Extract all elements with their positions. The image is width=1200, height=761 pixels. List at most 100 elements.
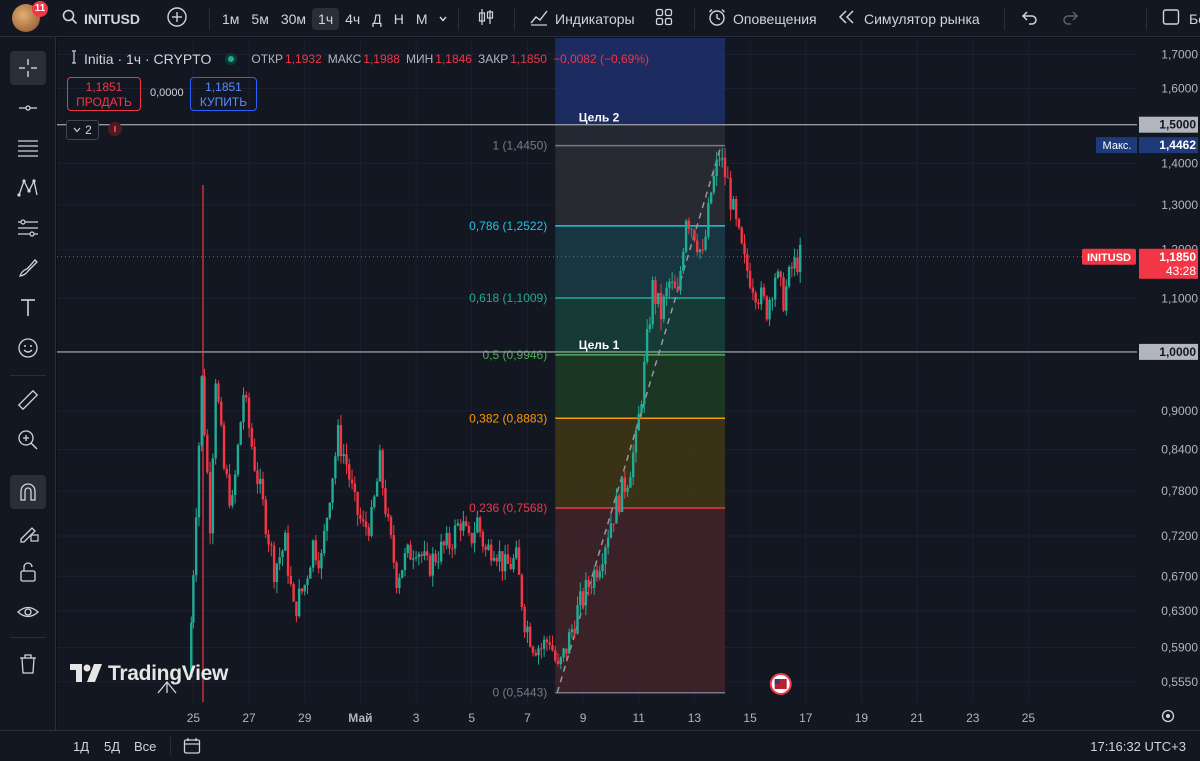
lock-drawing-icon[interactable] xyxy=(10,515,46,549)
compare-symbol-icon[interactable] xyxy=(166,6,188,31)
alerts-button[interactable]: Оповещения xyxy=(733,11,817,27)
time-axis-tick: 23 xyxy=(966,711,980,725)
fib-level-label: 1 (1,4450) xyxy=(493,139,548,153)
tradingview-logo[interactable]: TradingView xyxy=(70,662,228,686)
candle-body xyxy=(264,499,267,535)
range-5d[interactable]: 5Д xyxy=(104,739,120,754)
candle-body xyxy=(331,478,334,503)
candle-body xyxy=(403,553,407,571)
candle-body xyxy=(545,639,549,643)
candle-body xyxy=(618,495,621,513)
layout-panel-icon[interactable] xyxy=(1161,7,1181,30)
sell-label: ПРОДАТЬ xyxy=(76,95,132,109)
candle-body xyxy=(707,203,710,237)
candle-body xyxy=(637,413,640,431)
cursor-icon xyxy=(156,675,178,700)
clock-time[interactable]: 17:16:32 UTC+3 xyxy=(1090,739,1186,754)
candle-body xyxy=(679,271,682,291)
candle-body xyxy=(670,281,674,283)
candle-body xyxy=(245,395,248,398)
candle-body xyxy=(640,404,643,414)
unlock-icon[interactable] xyxy=(10,555,46,589)
replay-rewind-icon[interactable] xyxy=(838,9,856,28)
fib-level-label: 0 (0,5443) xyxy=(493,686,548,700)
candle-body xyxy=(417,554,421,558)
buy-label: КУПИТЬ xyxy=(199,95,248,109)
magnet-icon[interactable] xyxy=(10,475,46,509)
error-dot-icon[interactable] xyxy=(108,122,122,136)
forecasting-icon[interactable] xyxy=(10,211,46,245)
ticker-tag: INITUSD xyxy=(1087,252,1131,264)
candle-body xyxy=(556,660,560,665)
chart-title[interactable]: Initia · 1ч · CRYPTO xyxy=(84,51,211,67)
interval-week[interactable]: Н xyxy=(388,11,410,27)
candle-body xyxy=(495,557,498,562)
search-icon[interactable] xyxy=(62,9,78,28)
candle-body xyxy=(395,562,398,589)
candles-icon[interactable] xyxy=(476,7,496,30)
chart-area[interactable]: 1 (1,4450) 0,786 (1,2522) 0,618 (1,1009) 0,… xyxy=(57,38,1200,730)
market-replay-button[interactable]: Симулятор рынка xyxy=(864,11,980,27)
candle-body xyxy=(228,474,231,506)
interval-1m[interactable]: 1м xyxy=(216,11,245,27)
date-range-icon[interactable] xyxy=(182,736,202,759)
indicators-collapse-button[interactable]: 2 xyxy=(66,120,99,140)
candle-body xyxy=(225,468,228,475)
ruler-icon[interactable] xyxy=(10,383,46,417)
high-value: 1,1988 xyxy=(363,51,400,66)
interval-30m[interactable]: 30м xyxy=(275,11,312,27)
candle-body xyxy=(645,329,649,362)
trash-icon[interactable] xyxy=(10,647,46,681)
interval-1h[interactable]: 1ч xyxy=(312,7,340,30)
market-status-icon[interactable] xyxy=(225,52,238,65)
eye-icon[interactable] xyxy=(10,595,46,629)
save-layout-button[interactable]: Бе xyxy=(1189,11,1200,27)
candle-body xyxy=(732,199,735,210)
time-axis-tick: 25 xyxy=(187,711,201,725)
undo-icon[interactable] xyxy=(1021,9,1039,28)
candle-body xyxy=(194,517,198,576)
candle-body xyxy=(757,302,760,305)
layout-grid-icon[interactable] xyxy=(654,7,674,30)
text-tool-icon[interactable] xyxy=(10,291,46,325)
alarm-clock-icon[interactable] xyxy=(707,7,727,30)
interval-month[interactable]: М xyxy=(410,11,434,27)
emoji-icon[interactable] xyxy=(10,331,46,365)
candle-body xyxy=(581,591,585,606)
pattern-icon[interactable] xyxy=(10,171,46,205)
brush-icon[interactable] xyxy=(10,251,46,285)
trend-line-icon[interactable] xyxy=(10,91,46,125)
drawing-toolbar xyxy=(0,37,56,730)
candle-body xyxy=(311,540,315,568)
change-value: −0,0082 (−0,69%) xyxy=(552,51,650,66)
candle-body xyxy=(256,470,259,484)
sell-button[interactable]: 1,1851 ПРОДАТЬ xyxy=(67,77,141,111)
drag-handle-icon[interactable] xyxy=(70,50,78,67)
candle-body xyxy=(787,266,791,287)
indicators-icon[interactable] xyxy=(529,7,549,30)
range-1d[interactable]: 1Д xyxy=(73,739,89,754)
candle-body xyxy=(626,487,629,492)
candle-body xyxy=(609,523,613,538)
candle-body xyxy=(464,521,468,526)
price-chart[interactable]: 1 (1,4450) 0,786 (1,2522) 0,618 (1,1009) 0,… xyxy=(57,38,1200,730)
last-price-tag: 1,1850 xyxy=(1159,250,1196,264)
time-axis-tick: Май xyxy=(348,711,372,725)
candle-body xyxy=(356,492,359,515)
interval-5m[interactable]: 5м xyxy=(245,11,274,27)
indicators-button[interactable]: Индикаторы xyxy=(555,11,635,27)
candle-body xyxy=(484,546,487,550)
chevron-down-icon[interactable] xyxy=(434,11,452,27)
interval-day[interactable]: Д xyxy=(366,11,387,27)
zoom-in-icon[interactable] xyxy=(10,423,46,457)
range-all[interactable]: Все xyxy=(134,739,156,754)
symbol-search-button[interactable]: INITUSD xyxy=(84,11,140,27)
buy-button[interactable]: 1,1851 КУПИТЬ xyxy=(190,77,257,111)
redo-icon[interactable] xyxy=(1061,9,1079,28)
interval-4h[interactable]: 4ч xyxy=(339,11,366,27)
candle-body xyxy=(426,551,429,556)
fib-levels-icon[interactable] xyxy=(10,131,46,165)
crosshair-icon[interactable] xyxy=(10,51,46,85)
candle-body xyxy=(200,376,203,446)
candle-body xyxy=(542,639,546,649)
